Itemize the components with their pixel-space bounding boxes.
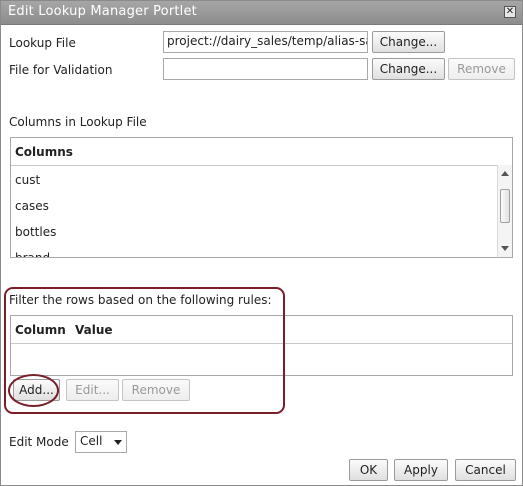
- columns-header-label: Columns: [15, 145, 73, 159]
- scroll-down-icon[interactable]: [501, 246, 509, 251]
- cancel-button[interactable]: Cancel: [455, 459, 516, 481]
- list-item[interactable]: cases: [15, 199, 49, 213]
- lookup-file-label: Lookup File: [9, 36, 76, 50]
- columns-list[interactable]: Columns cust cases bottles brand: [10, 137, 513, 258]
- highlight-ellipse: [8, 374, 59, 407]
- edit-mode-select[interactable]: Cell: [75, 431, 127, 453]
- dialog-title: Edit Lookup Manager Portlet: [8, 4, 197, 19]
- edit-mode-value: Cell: [80, 434, 103, 448]
- validation-file-field[interactable]: [163, 58, 368, 80]
- columns-scrollbar[interactable]: [497, 165, 512, 257]
- ok-button[interactable]: OK: [349, 459, 388, 481]
- validation-file-remove-button[interactable]: Remove: [448, 58, 515, 80]
- lookup-file-change-button[interactable]: Change...: [372, 31, 445, 53]
- validation-file-change-button[interactable]: Change...: [372, 58, 445, 80]
- list-item[interactable]: brand: [15, 251, 50, 257]
- scroll-thumb[interactable]: [500, 189, 510, 223]
- title-bar[interactable]: Edit Lookup Manager Portlet ✕: [1, 1, 522, 25]
- close-icon[interactable]: ✕: [504, 6, 516, 18]
- list-item[interactable]: bottles: [15, 225, 56, 239]
- columns-list-header: Columns: [11, 138, 512, 166]
- edit-lookup-dialog: Edit Lookup Manager Portlet ✕ Lookup Fil…: [0, 0, 523, 486]
- apply-button[interactable]: Apply: [394, 459, 448, 481]
- scroll-up-icon[interactable]: [501, 171, 509, 176]
- list-item[interactable]: cust: [15, 173, 40, 187]
- lookup-file-field[interactable]: project://dairy_sales/temp/alias-sa: [163, 31, 368, 53]
- validation-file-label: File for Validation: [9, 63, 113, 77]
- edit-mode-label: Edit Mode: [9, 435, 69, 449]
- columns-section-label: Columns in Lookup File: [9, 115, 147, 129]
- chevron-down-icon: [114, 440, 122, 445]
